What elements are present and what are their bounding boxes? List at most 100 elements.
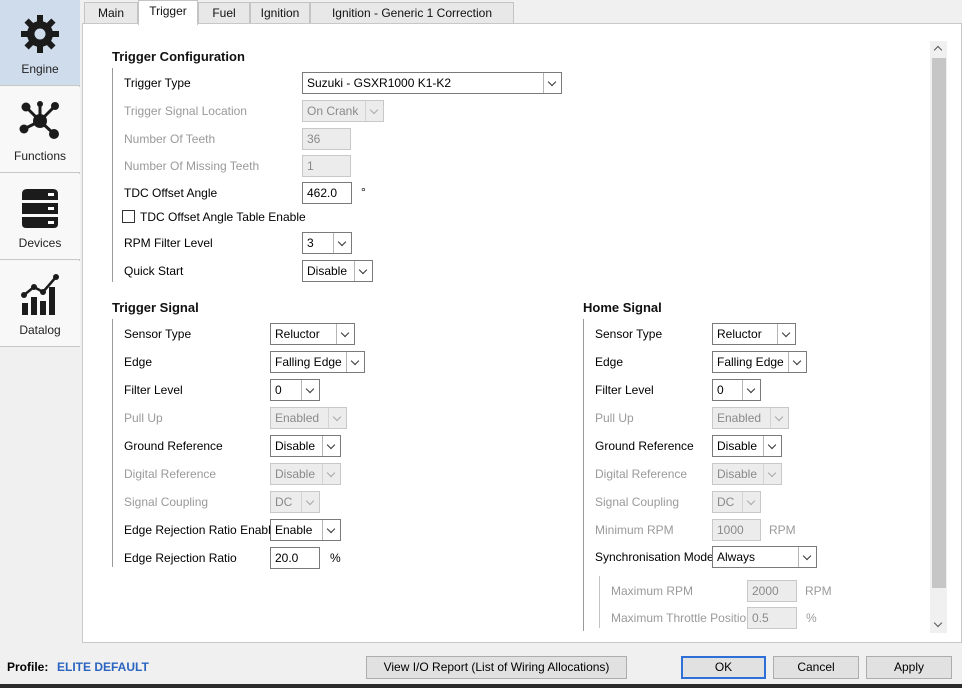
trigger-type-value: Suzuki - GSXR1000 K1-K2 <box>307 76 452 90</box>
ts-edge-rejection-ratio-field[interactable]: 20.0 <box>270 547 320 569</box>
hs-maximum-rpm-field[interactable]: 2000 <box>747 580 797 602</box>
chevron-down-icon <box>763 436 781 456</box>
tab-ignition-generic-1-correction[interactable]: Ignition - Generic 1 Correction <box>310 2 514 24</box>
hs-signal-coupling-value: DC <box>717 495 735 509</box>
hs-filter-level-label: Filter Level <box>595 383 654 397</box>
hs-edge-label: Edge <box>595 355 624 369</box>
hs-edge-value: Falling Edge <box>717 355 784 369</box>
trigger-config-title: Trigger Configuration <box>112 49 245 64</box>
sidebar-item-functions[interactable]: Functions <box>0 87 80 173</box>
subsection-divider <box>599 576 600 628</box>
hs-pull-up-label: Pull Up <box>595 411 634 425</box>
chevron-down-icon <box>788 352 806 372</box>
sidebar-item-engine[interactable]: Engine <box>0 0 80 86</box>
sidebar-item-devices[interactable]: Devices <box>0 174 80 260</box>
chevron-down-icon <box>322 520 340 540</box>
chevron-down-icon <box>770 408 788 428</box>
hs-signal-coupling-label: Signal Coupling <box>595 495 680 509</box>
trigger-signal-location-label: Trigger Signal Location <box>124 104 247 118</box>
tab-main[interactable]: Main <box>84 2 138 24</box>
hs-digital-reference-value: Disable <box>717 467 758 481</box>
profile-value: ELITE DEFAULT <box>57 660 149 674</box>
tdc-offset-angle-field[interactable]: 462.0 <box>302 182 352 204</box>
ts-edge-select[interactable]: Falling Edge <box>270 351 365 373</box>
ts-signal-coupling-value: DC <box>275 495 293 509</box>
hs-minimum-rpm-field[interactable]: 1000 <box>712 519 761 541</box>
hs-signal-coupling-select[interactable]: DC <box>712 491 761 513</box>
sidebar-item-label: Engine <box>21 62 59 76</box>
hs-synchronisation-mode-label: Synchronisation Mode <box>595 550 714 564</box>
tab-label: Ignition - Generic 1 Correction <box>331 6 493 20</box>
rpm-filter-level-select[interactable]: 3 <box>302 232 352 254</box>
hs-maximum-throttle-position-field[interactable]: 0.5 <box>747 607 797 629</box>
scrollbar-thumb[interactable] <box>932 58 946 588</box>
ts-ground-reference-select[interactable]: Disable <box>270 435 341 457</box>
trigger-type-label: Trigger Type <box>124 76 191 90</box>
hs-ground-reference-value: Disable <box>717 439 758 453</box>
ts-sensor-type-select[interactable]: Reluctor <box>270 323 355 345</box>
degree-unit: ° <box>361 185 366 199</box>
hs-digital-reference-select[interactable]: Disable <box>712 463 782 485</box>
percent-unit: % <box>806 611 817 625</box>
chevron-down-icon <box>543 73 561 93</box>
ts-pull-up-select[interactable]: Enabled <box>270 407 347 429</box>
ts-sensor-type-label: Sensor Type <box>124 327 192 341</box>
tdc-offset-table-label: TDC Offset Angle Table Enable <box>140 210 306 224</box>
chevron-down-icon <box>365 101 383 121</box>
ts-signal-coupling-select[interactable]: DC <box>270 491 320 513</box>
hs-sensor-type-label: Sensor Type <box>595 327 663 341</box>
chevron-down-icon <box>798 547 816 567</box>
quick-start-select[interactable]: Disable <box>302 260 373 282</box>
chevron-down-icon <box>333 233 351 253</box>
scroll-up-icon[interactable] <box>930 41 947 57</box>
sidebar-item-label: Functions <box>13 149 67 163</box>
home-signal-title: Home Signal <box>583 300 662 315</box>
tdc-offset-table-checkbox[interactable] <box>122 210 135 223</box>
number-of-teeth-field[interactable]: 36 <box>302 128 351 150</box>
view-io-report-button[interactable]: View I/O Report (List of Wiring Allocati… <box>366 656 627 679</box>
trigger-signal-location-value: On Crank <box>307 104 359 118</box>
chevron-down-icon <box>354 261 372 281</box>
hs-filter-level-select[interactable]: 0 <box>712 379 761 401</box>
hs-pull-up-select[interactable]: Enabled <box>712 407 789 429</box>
hs-maximum-rpm-label: Maximum RPM <box>611 584 694 598</box>
rpm-filter-level-label: RPM Filter Level <box>124 236 213 250</box>
chevron-down-icon <box>346 352 364 372</box>
hs-synchronisation-mode-select[interactable]: Always <box>712 546 817 568</box>
hs-synchronisation-mode-value: Always <box>717 550 756 564</box>
sidebar-item-datalog[interactable]: Datalog <box>0 261 80 347</box>
ts-pull-up-label: Pull Up <box>124 411 163 425</box>
tab-ignition[interactable]: Ignition <box>250 2 310 24</box>
sidebar: Engine Functions Devices Datalog <box>0 0 80 347</box>
server-icon <box>22 189 58 228</box>
scroll-down-icon[interactable] <box>930 617 947 633</box>
trigger-type-select[interactable]: Suzuki - GSXR1000 K1-K2 <box>302 72 562 94</box>
ok-button[interactable]: OK <box>681 656 766 679</box>
tab-trigger[interactable]: Trigger <box>138 0 198 25</box>
number-of-missing-teeth-field[interactable]: 1 <box>302 155 351 177</box>
chevron-down-icon <box>336 324 354 344</box>
ts-edge-value: Falling Edge <box>275 355 342 369</box>
hs-ground-reference-select[interactable]: Disable <box>712 435 782 457</box>
cancel-button[interactable]: Cancel <box>773 656 859 679</box>
hs-sensor-type-value: Reluctor <box>717 327 762 341</box>
ts-digital-reference-select[interactable]: Disable <box>270 463 341 485</box>
trigger-signal-location-select[interactable]: On Crank <box>302 100 384 122</box>
network-icon <box>19 101 59 139</box>
ts-filter-level-select[interactable]: 0 <box>270 379 320 401</box>
ts-edge-rejection-enable-select[interactable]: Enable <box>270 519 341 541</box>
ts-filter-level-label: Filter Level <box>124 383 183 397</box>
rpm-filter-level-value: 3 <box>307 236 314 250</box>
apply-button[interactable]: Apply <box>866 656 952 679</box>
quick-start-label: Quick Start <box>124 264 184 278</box>
ts-ground-reference-label: Ground Reference <box>124 439 223 453</box>
ts-digital-reference-value: Disable <box>275 467 316 481</box>
chevron-down-icon <box>742 380 760 400</box>
chart-icon <box>21 274 59 315</box>
hs-edge-select[interactable]: Falling Edge <box>712 351 807 373</box>
rpm-unit: RPM <box>805 584 832 598</box>
chevron-down-icon <box>742 492 760 512</box>
hs-sensor-type-select[interactable]: Reluctor <box>712 323 796 345</box>
tab-fuel[interactable]: Fuel <box>198 2 250 24</box>
chevron-down-icon <box>322 436 340 456</box>
